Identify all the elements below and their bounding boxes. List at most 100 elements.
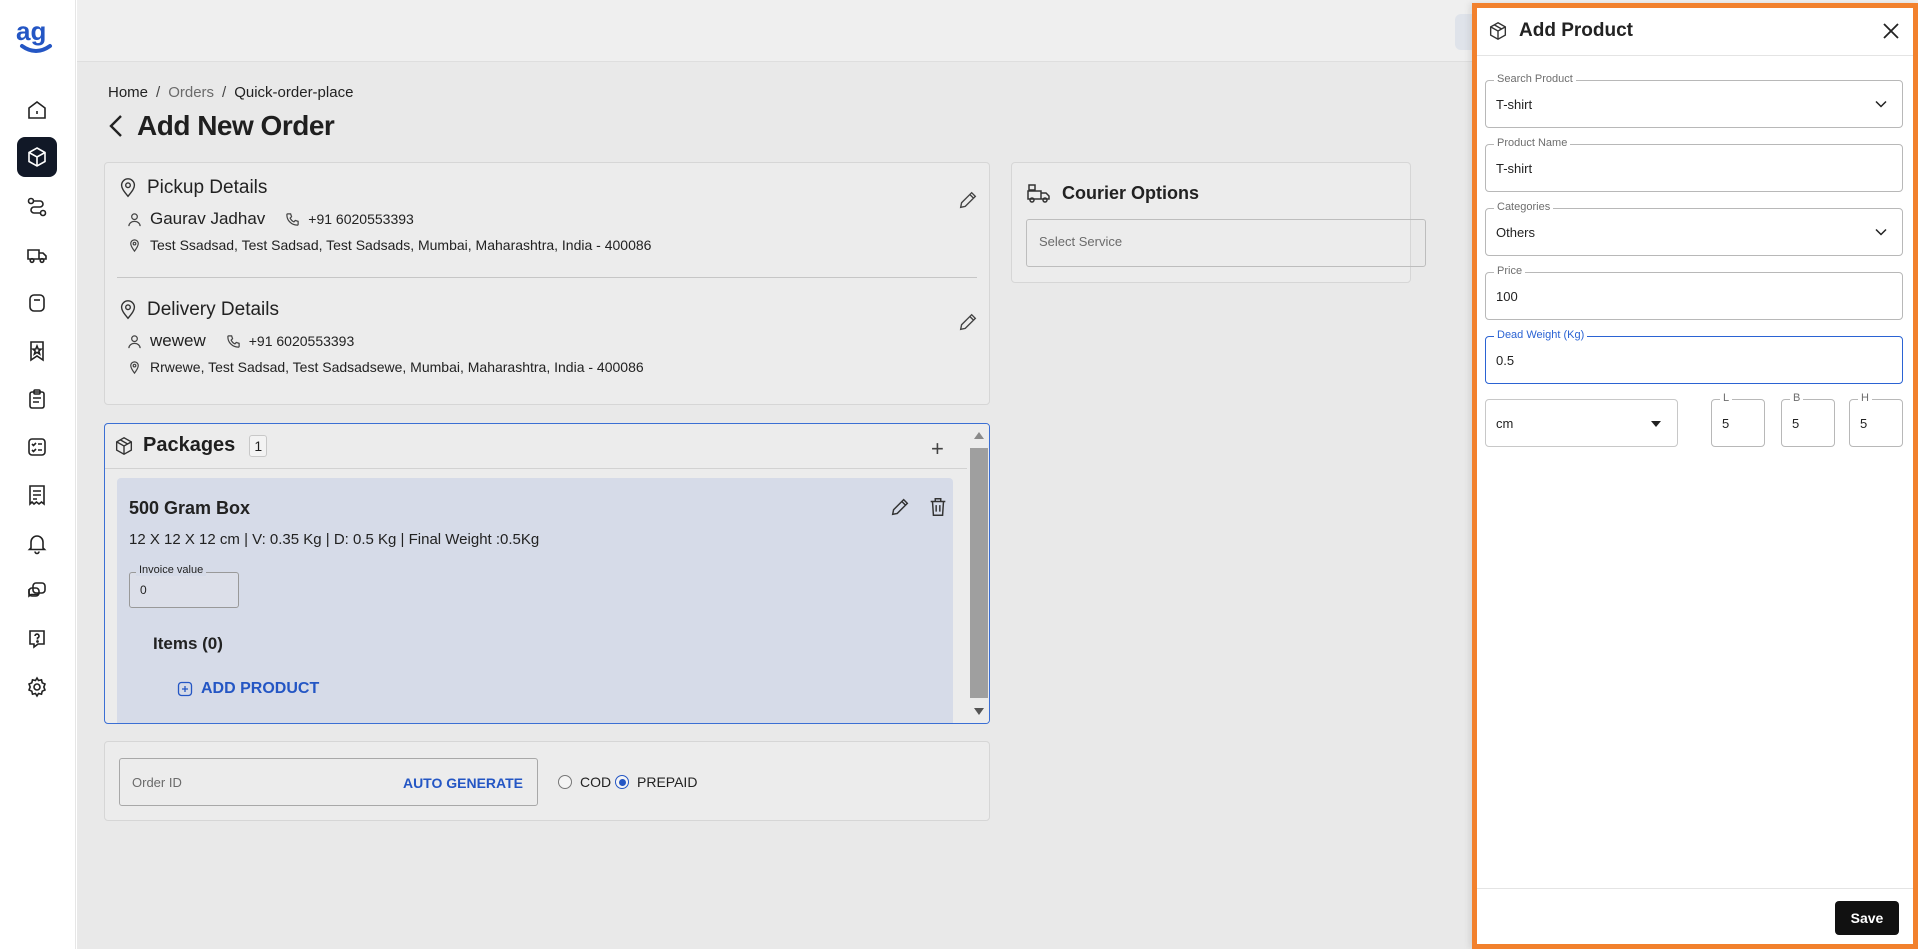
add-product-label: ADD PRODUCT (201, 680, 320, 697)
product-name-value: T-shirt (1496, 161, 1533, 176)
packages-title: Packages (143, 434, 236, 456)
cod-radio[interactable] (558, 775, 572, 789)
height-value: 5 (1860, 416, 1868, 431)
order-id-placeholder: Order ID (132, 775, 182, 790)
delivery-contact: wewew +91 6020553393 (117, 331, 979, 351)
drawer-title-text: Add Product (1519, 20, 1633, 41)
cod-label: COD (580, 774, 612, 790)
packages-scrollbar[interactable] (967, 424, 989, 723)
height-label: H (1858, 392, 1872, 404)
dead-weight-label: Dead Weight (Kg) (1494, 329, 1588, 341)
height-input[interactable]: H 5 (1849, 392, 1903, 447)
gear-icon[interactable] (22, 672, 52, 702)
truck-icon[interactable] (22, 240, 52, 270)
drawer-footer: Save (1477, 888, 1913, 944)
location-pin-icon (120, 300, 136, 320)
scroll-up-icon[interactable] (974, 432, 984, 439)
user-icon (128, 334, 141, 348)
items-title: Items (0) (153, 634, 223, 653)
price-input[interactable]: Price 100 (1485, 265, 1903, 320)
location-pin-icon (120, 178, 136, 198)
delivery-address: Rrwewe, Test Sadsad, Test Sadsadsewe, Mu… (150, 359, 644, 375)
dead-weight-value: 0.5 (1496, 353, 1515, 368)
dead-weight-input[interactable]: Dead Weight (Kg) 0.5 (1485, 329, 1903, 384)
bell-icon[interactable] (22, 528, 52, 558)
price-label: Price (1494, 265, 1526, 277)
add-package-icon[interactable]: + (931, 436, 944, 462)
pickup-address-line: Test Ssadsad, Test Sadsad, Test Sadsads,… (117, 237, 979, 253)
chevron-down-icon[interactable] (1874, 97, 1888, 111)
invoice-value-field[interactable]: Invoice value 0 (129, 564, 239, 608)
breadth-input[interactable]: B 5 (1781, 392, 1835, 447)
delete-box-icon[interactable] (927, 496, 949, 518)
sidebar: ag (0, 0, 76, 949)
delivery-details: Delivery Details wewew +91 6020553393 Rr… (117, 299, 979, 375)
categories-select[interactable]: Categories Others (1485, 201, 1903, 256)
edit-delivery-icon[interactable] (957, 311, 979, 333)
back-arrow-icon[interactable] (105, 113, 127, 139)
breadcrumb-separator: / (156, 84, 161, 101)
star-badge-icon[interactable] (22, 336, 52, 366)
order-id-input[interactable]: Order ID AUTO GENERATE (119, 758, 538, 806)
scroll-thumb[interactable] (970, 448, 988, 698)
location-pin-small-icon (130, 360, 139, 374)
unit-select[interactable]: cm (1485, 399, 1678, 447)
scroll-down-icon[interactable] (974, 708, 984, 715)
address-divider (117, 277, 977, 278)
box-icon[interactable] (17, 137, 57, 177)
clipboard-icon[interactable] (22, 384, 52, 414)
breadcrumb-current: Quick-order-place (234, 84, 354, 101)
product-name-input[interactable]: Product Name T-shirt (1485, 137, 1903, 192)
package-icon (115, 436, 133, 455)
invoice-label: Invoice value (136, 564, 207, 576)
address-card: Pickup Details Gaurav Jadhav +91 6020553… (104, 162, 990, 405)
page-title: Add New Order (105, 110, 335, 142)
drawer-title: Add Product (1487, 20, 1633, 42)
pickup-name: Gaurav Jadhav (150, 209, 266, 228)
delivery-phone: +91 6020553393 (248, 333, 355, 349)
prepaid-option[interactable]: PREPAID (615, 774, 697, 790)
brand-logo[interactable]: ag (16, 18, 56, 56)
add-product-drawer: Add Product Search Product T-shirt Produ… (1472, 3, 1918, 949)
select-service-dropdown[interactable]: Select Service (1026, 219, 1426, 267)
categories-label: Categories (1494, 201, 1554, 213)
route-icon[interactable] (22, 192, 52, 222)
courier-options-card: Courier Options Select Service (1011, 162, 1426, 283)
box-name: 500 Gram Box (129, 498, 251, 518)
length-value: 5 (1722, 416, 1730, 431)
chat-icon[interactable] (22, 576, 52, 606)
packages-count-badge: 1 (249, 434, 268, 457)
add-product-button[interactable]: ADD PRODUCT (177, 680, 319, 698)
price-value: 100 (1496, 289, 1518, 304)
home-icon[interactable] (22, 95, 52, 125)
auto-generate-button[interactable]: AUTO GENERATE (403, 775, 523, 791)
chevron-down-icon[interactable] (1874, 225, 1888, 239)
length-input[interactable]: L 5 (1711, 392, 1765, 447)
edit-pickup-icon[interactable] (957, 189, 979, 211)
drawer-header: Add Product (1477, 8, 1913, 56)
pickup-phone: +91 6020553393 (308, 211, 414, 227)
breadcrumb-orders[interactable]: Orders (168, 84, 214, 101)
breadcrumb-separator: / (222, 84, 227, 101)
search-product-select[interactable]: Search Product T-shirt (1485, 73, 1903, 128)
prepaid-radio[interactable] (615, 775, 629, 789)
save-button[interactable]: Save (1835, 901, 1899, 935)
pickup-address: Test Ssadsad, Test Sadsad, Test Sadsads,… (150, 237, 652, 253)
phone-icon (227, 334, 240, 348)
categories-value: Others (1496, 225, 1536, 240)
weight-icon[interactable] (22, 288, 52, 318)
user-icon (128, 212, 141, 226)
package-box-card: 500 Gram Box 12 X 12 X 12 cm | V: 0.35 K… (117, 478, 953, 723)
breadcrumb-home[interactable]: Home (108, 84, 148, 101)
location-pin-small-icon (130, 238, 139, 252)
receipt-icon[interactable] (22, 480, 52, 510)
edit-box-icon[interactable] (889, 496, 911, 518)
package-icon (1489, 21, 1507, 41)
cod-option[interactable]: COD (558, 774, 611, 790)
delivery-title-text: Delivery Details (147, 299, 279, 320)
close-icon[interactable] (1881, 21, 1901, 41)
search-product-label: Search Product (1494, 73, 1576, 85)
help-icon[interactable] (22, 624, 52, 654)
caret-down-icon[interactable] (1651, 421, 1661, 427)
checklist-icon[interactable] (22, 432, 52, 462)
